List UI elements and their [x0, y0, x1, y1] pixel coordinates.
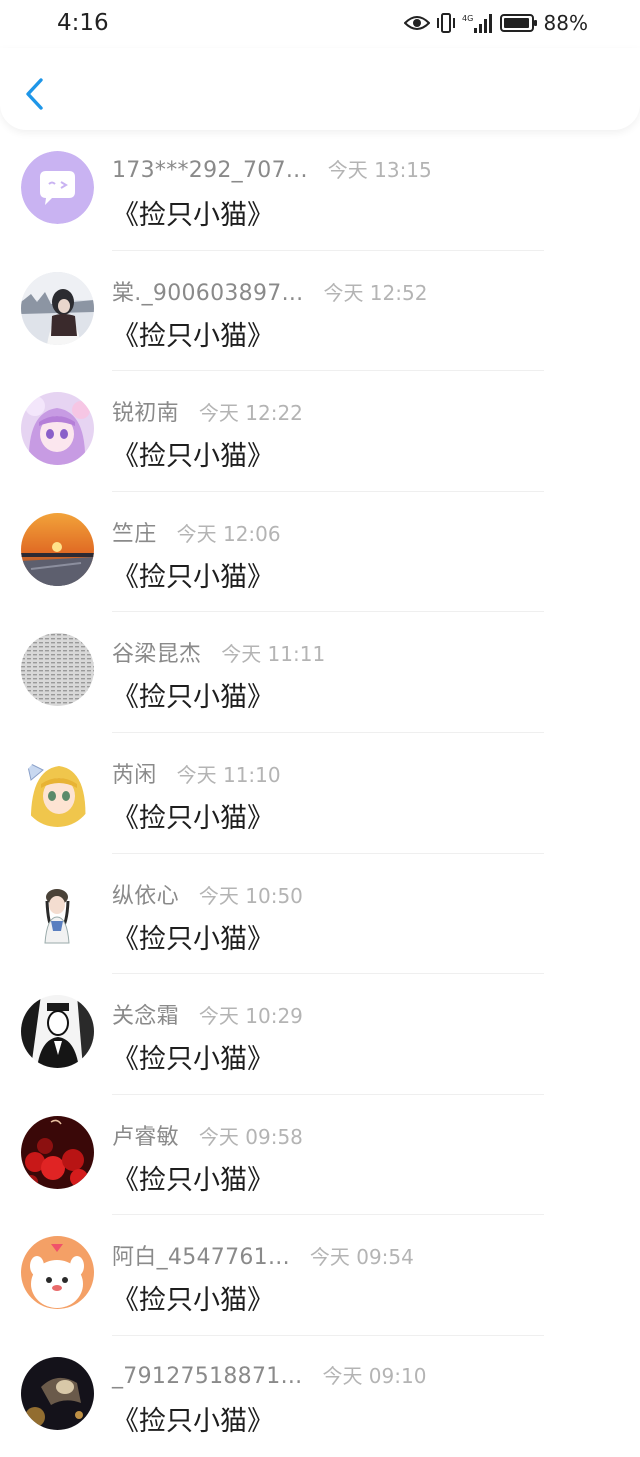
message-time: 今天 13:15 [327, 158, 432, 182]
back-button[interactable] [18, 74, 52, 114]
status-icons: 4G 88% [403, 11, 588, 35]
message-time: 今天 12:52 [323, 280, 428, 305]
message-text: 《捡只小猫》 [112, 1164, 274, 1196]
message-text: 《捡只小猫》 [112, 1285, 274, 1317]
status-time: 4:16 [57, 10, 109, 36]
header [0, 48, 640, 130]
sender-name: 卢睿敏 [112, 1124, 179, 1150]
message-text: 《捡只小猫》 [112, 200, 274, 231]
message-text: 《捡只小猫》 [112, 561, 274, 593]
vibrate-icon [436, 12, 456, 34]
night-photo-avatar[interactable] [21, 1356, 94, 1430]
battery-icon [499, 13, 538, 33]
sender-name: 关念霜 [112, 1004, 179, 1030]
list-item[interactable]: 谷梁昆杰 今天 11:11 《捡只小猫》 [0, 612, 640, 733]
sender-name: 谷梁昆杰 [112, 642, 202, 668]
message-list: 173***292_707... 今天 13:15 《捡只小猫》 棠._9006… [0, 130, 640, 1457]
message-time: 今天 12:22 [198, 401, 303, 426]
manga-bw-avatar[interactable] [21, 995, 94, 1069]
message-text: 《捡只小猫》 [112, 320, 274, 352]
message-text: 《捡只小猫》 [112, 441, 274, 473]
sender-name: 竺庄 [112, 521, 157, 547]
list-item[interactable]: 锐初南 今天 12:22 《捡只小猫》 [0, 371, 640, 492]
list-item[interactable]: 关念霜 今天 10:29 《捡只小猫》 [0, 974, 640, 1095]
anime-girl-avatar[interactable] [21, 392, 94, 466]
message-time: 今天 10:29 [198, 1004, 303, 1029]
sunset-avatar[interactable] [21, 512, 94, 586]
message-time: 今天 09:54 [309, 1245, 414, 1270]
chevron-left-icon [26, 78, 43, 110]
list-item[interactable]: 竺庄 今天 12:06 《捡只小猫》 [0, 492, 640, 613]
message-text: 《捡只小猫》 [112, 923, 274, 955]
sender-name: 阿白_4547761... [112, 1245, 290, 1271]
sender-name: 棠._900603897... [112, 280, 304, 306]
sender-name: _79127518871... [112, 1363, 303, 1389]
sender-name: 纵依心 [112, 883, 179, 909]
text-pattern-avatar[interactable] [21, 633, 94, 707]
list-item[interactable]: 卢睿敏 今天 09:58 《捡只小猫》 [0, 1095, 640, 1216]
message-time: 今天 11:10 [176, 762, 281, 787]
girl-photo-avatar[interactable] [21, 271, 94, 345]
list-item[interactable]: 阿白_4547761... 今天 09:54 《捡只小猫》 [0, 1215, 640, 1336]
svg-text:4G: 4G [462, 14, 473, 23]
message-time: 今天 09:10 [322, 1363, 427, 1388]
list-item[interactable]: 173***292_707... 今天 13:15 《捡只小猫》 [0, 130, 640, 251]
message-text: 《捡只小猫》 [112, 682, 274, 714]
message-text: 《捡只小猫》 [112, 1405, 274, 1437]
message-text: 《捡只小猫》 [112, 802, 274, 834]
chat-bubble-avatar[interactable] [21, 151, 94, 224]
status-bar: 4:16 4G 88% [0, 0, 640, 48]
list-item[interactable]: _79127518871... 今天 09:10 《捡只小猫》 [0, 1336, 640, 1457]
sender-name: 芮闲 [112, 762, 157, 788]
message-time: 今天 12:06 [176, 521, 281, 546]
list-item[interactable]: 芮闲 今天 11:10 《捡只小猫》 [0, 733, 640, 854]
list-item[interactable]: 纵依心 今天 10:50 《捡只小猫》 [0, 854, 640, 975]
sticker-girl-avatar[interactable] [21, 874, 94, 948]
cartoon-pet-avatar[interactable] [21, 1236, 94, 1310]
message-time: 今天 11:11 [221, 642, 326, 667]
battery-percent: 88% [543, 11, 588, 35]
list-item[interactable]: 棠._900603897... 今天 12:52 《捡只小猫》 [0, 251, 640, 372]
eye-icon [403, 14, 430, 32]
message-text: 《捡只小猫》 [112, 1044, 274, 1076]
signal-icon: 4G [462, 12, 494, 34]
sender-name: 锐初南 [112, 401, 179, 427]
blonde-anime-avatar[interactable] [21, 753, 94, 827]
red-flowers-avatar[interactable] [21, 1115, 94, 1189]
message-time: 今天 09:58 [198, 1124, 303, 1149]
message-time: 今天 10:50 [198, 883, 303, 908]
sender-name: 173***292_707... [112, 158, 308, 183]
